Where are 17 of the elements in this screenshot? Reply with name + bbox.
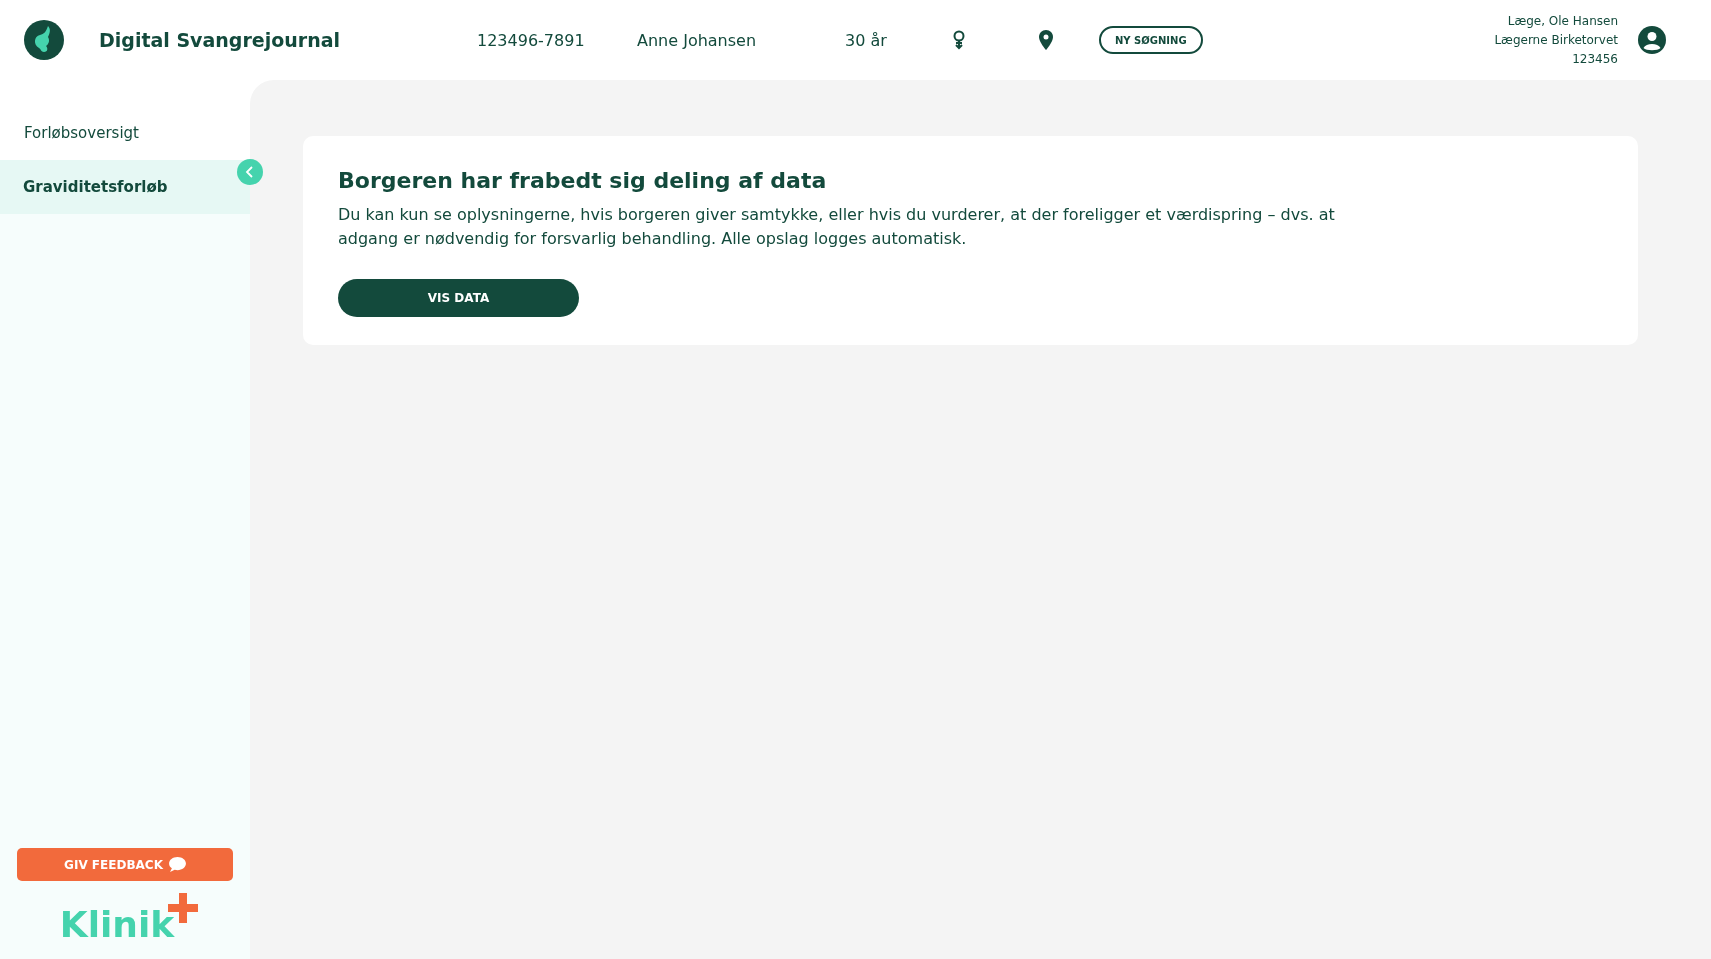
notice-title: Borgeren har frabedt sig deling af data (338, 168, 828, 193)
show-data-button[interactable]: VIS DATA (338, 279, 579, 317)
patient-age: 30 år (845, 30, 888, 50)
user-avatar-icon[interactable] (1638, 26, 1666, 54)
notice-text: Du kan kun se oplysningerne, hvis borgeren giver samtykke, eller hvis du vurderer, at der foreligger et værdispring – dvs. at adgang er nødvendig for forsvarlig behandling. Alle opslag logges automatisk. (338, 204, 1336, 250)
user-name: Læge, Ole Hansen (1507, 12, 1618, 30)
location-pin-icon (1039, 30, 1053, 50)
new-search-button[interactable]: NY SØGNING (1099, 26, 1203, 54)
speech-bubble-icon (168, 857, 186, 872)
cpr-number: 123496-7891 (477, 30, 586, 50)
brand-logo-text: Klinik (59, 905, 175, 945)
app-title: Digital Svangrejournal (99, 29, 341, 51)
clinic-name: Lægerne Birketorvet (1494, 31, 1618, 49)
clinic-number: 123456 (1572, 50, 1618, 68)
patient-name: Anne Johansen (637, 30, 758, 50)
female-symbol-icon (952, 30, 966, 50)
sidebar-item[interactable]: Graviditetsforløb (0, 160, 250, 214)
